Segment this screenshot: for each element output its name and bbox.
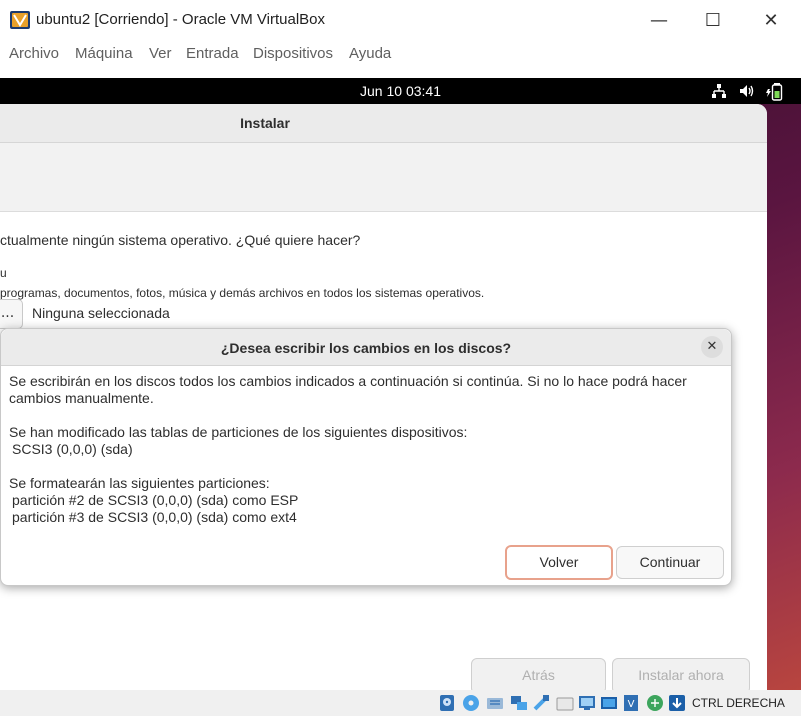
cpu-icon[interactable]: V bbox=[622, 694, 640, 712]
host-key-label: CTRL DERECHA bbox=[692, 696, 785, 710]
installer-question: ctualmente ningún sistema operativo. ¿Qu… bbox=[0, 232, 361, 248]
dialog-title: ¿Desea escribir los cambios en los disco… bbox=[220, 340, 512, 356]
dialog-header: ¿Desea escribir los cambios en los disco… bbox=[1, 329, 731, 366]
minimize-icon: — bbox=[650, 9, 668, 31]
partition-select-label: Ninguna seleccionada bbox=[32, 305, 170, 321]
display-icon[interactable] bbox=[578, 694, 596, 712]
installer-header: Instalar bbox=[0, 104, 767, 143]
install-now-button[interactable]: Instalar ahora bbox=[612, 658, 750, 690]
installer-banner bbox=[0, 143, 767, 212]
installer-title: Instalar bbox=[240, 115, 290, 131]
hard-disk-icon[interactable] bbox=[438, 694, 456, 712]
volume-icon[interactable] bbox=[739, 83, 755, 99]
installer-option-label[interactable]: u bbox=[0, 266, 7, 280]
network-icon[interactable] bbox=[510, 694, 528, 712]
installer-option-description: programas, documentos, fotos, música y d… bbox=[0, 286, 485, 300]
svg-text:V: V bbox=[628, 699, 635, 710]
dialog-body: Se escribirán en los discos todos los ca… bbox=[9, 373, 721, 543]
dialog-close-button[interactable]: ✕ bbox=[701, 336, 723, 358]
menu-entrada[interactable]: Entrada bbox=[186, 45, 239, 62]
menu-dispositivos[interactable]: Dispositivos bbox=[253, 45, 333, 62]
menu-maquina[interactable]: Máquina bbox=[75, 45, 133, 62]
usb-icon[interactable] bbox=[532, 694, 550, 712]
partition-select-button[interactable]: ... bbox=[0, 299, 23, 329]
clock[interactable]: Jun 10 03:41 bbox=[0, 83, 801, 99]
modified-device: SCSI3 (0,0,0) (sda) bbox=[12, 441, 133, 457]
window-titlebar: ubuntu2 [Corriendo] - Oracle VM VirtualB… bbox=[0, 0, 801, 40]
continuar-button[interactable]: Continuar bbox=[616, 546, 724, 579]
dialog-intro-line-1: Se escribirán en los discos todos los ca… bbox=[9, 373, 687, 389]
recording-icon[interactable] bbox=[600, 694, 618, 712]
format-partition-item: partición #2 de SCSI3 (0,0,0) (sda) como… bbox=[12, 492, 299, 508]
menu-archivo[interactable]: Archivo bbox=[9, 45, 59, 62]
volver-button[interactable]: Volver bbox=[505, 545, 613, 580]
menu-ayuda[interactable]: Ayuda bbox=[349, 45, 391, 62]
shared-folders-icon[interactable] bbox=[556, 694, 574, 712]
network-wired-icon[interactable] bbox=[711, 83, 727, 99]
gnome-top-bar: Jun 10 03:41 bbox=[0, 78, 801, 104]
close-icon: ✕ bbox=[763, 9, 779, 31]
installer-back-button[interactable]: Atrás bbox=[471, 658, 606, 690]
battery-icon[interactable] bbox=[765, 81, 785, 101]
keyboard-icon[interactable] bbox=[668, 694, 686, 712]
audio-icon[interactable] bbox=[486, 694, 504, 712]
mouse-integration-icon[interactable] bbox=[646, 694, 664, 712]
minimize-button[interactable]: — bbox=[630, 0, 688, 40]
menubar: Archivo Máquina Ver Entrada Dispositivos… bbox=[0, 40, 801, 78]
optical-drive-icon[interactable] bbox=[462, 694, 480, 712]
maximize-button[interactable]: ☐ bbox=[684, 0, 742, 40]
menu-ver[interactable]: Ver bbox=[149, 45, 172, 62]
window-title: ubuntu2 [Corriendo] - Oracle VM VirtualB… bbox=[36, 11, 326, 28]
format-heading: Se formatearán las siguientes particione… bbox=[9, 475, 270, 491]
vm-status-bar: V CTRL DERECHA bbox=[0, 690, 801, 716]
format-partition-item: partición #3 de SCSI3 (0,0,0) (sda) como… bbox=[12, 509, 297, 525]
maximize-icon: ☐ bbox=[704, 9, 722, 31]
write-changes-dialog: ¿Desea escribir los cambios en los disco… bbox=[0, 328, 732, 586]
partition-tables-heading: Se han modificado las tablas de particio… bbox=[9, 424, 468, 440]
guest-screen[interactable]: Jun 10 03:41 Instalar ctualmente ningún … bbox=[0, 78, 801, 690]
close-button[interactable]: ✕ bbox=[742, 0, 800, 40]
dialog-intro-line-2: cambios manualmente. bbox=[9, 390, 154, 406]
close-icon: ✕ bbox=[706, 339, 718, 354]
virtualbox-app-icon bbox=[10, 11, 30, 29]
